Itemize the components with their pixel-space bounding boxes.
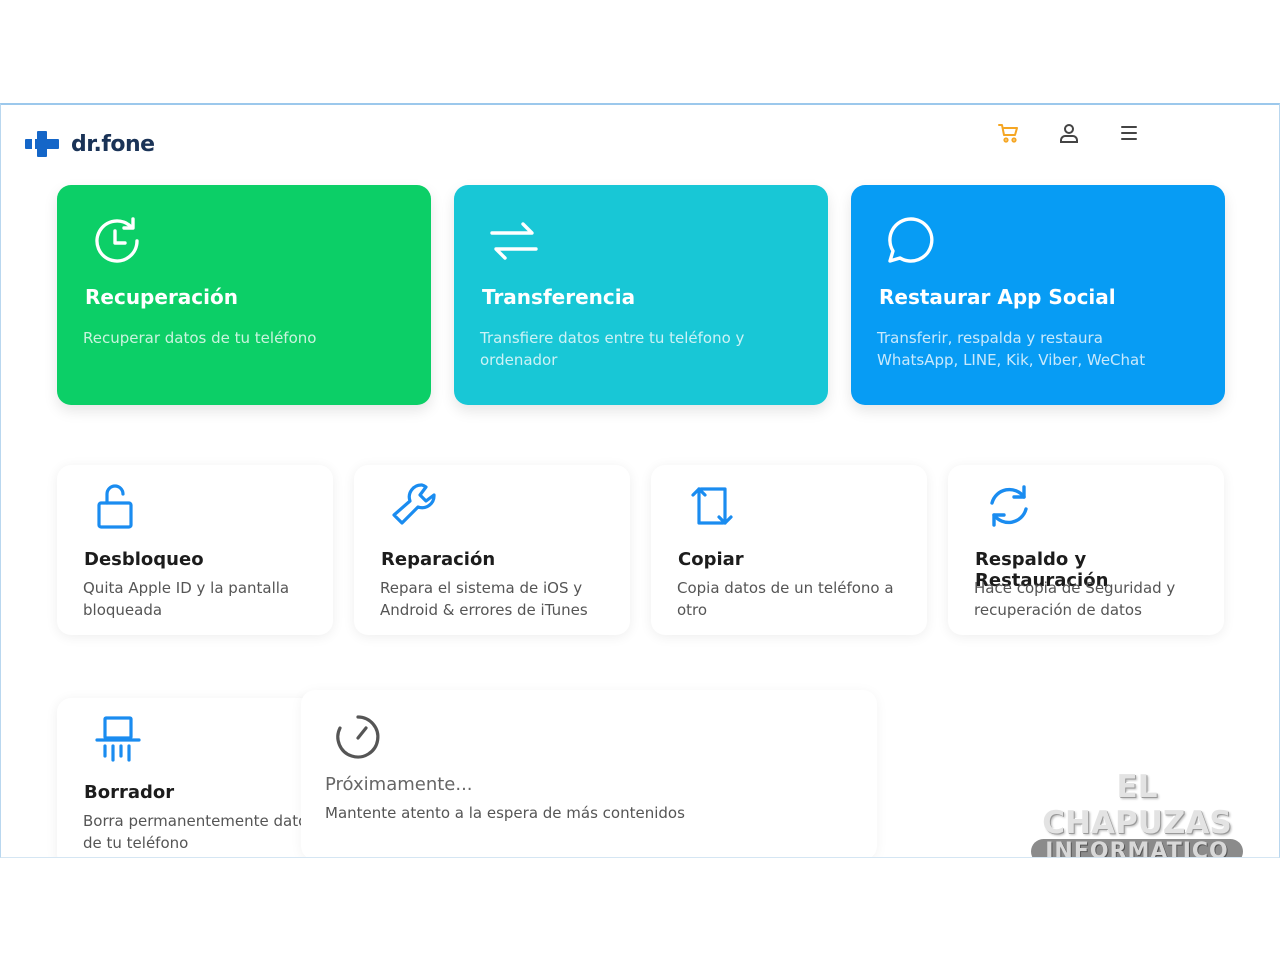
card-description: Borra permanentemente datos de tu teléfo… <box>83 812 316 852</box>
drfone-logo-icon <box>25 129 61 159</box>
watermark-line2: INFORMATICO <box>1031 839 1243 857</box>
tool-card-borrador[interactable]: Borrador Borra permanentemente datos de … <box>57 698 333 857</box>
card-title: Reparación <box>381 549 496 570</box>
tool-card-desbloqueo[interactable]: Desbloqueo Quita Apple ID y la pantalla … <box>57 465 333 635</box>
chat-bubble-icon <box>883 213 939 273</box>
menu-icon[interactable] <box>1117 121 1141 145</box>
card-title: Transferencia <box>482 285 636 309</box>
cart-icon[interactable] <box>997 121 1021 145</box>
card-description: Repara el sistema de iOS y Android & err… <box>380 579 588 619</box>
phone-rotate-icon <box>687 481 737 535</box>
app-window: dr.fone Recuperación Recuperar datos de … <box>0 103 1280 858</box>
transfer-arrows-icon <box>486 213 542 273</box>
tool-card-copiar[interactable]: Copiar Copia datos de un teléfono a otro <box>651 465 927 635</box>
watermark: EL CHAPUZAS INFORMATICO <box>1017 769 1257 857</box>
feature-card-restaurar-app-social[interactable]: Restaurar App Social Transferir, respald… <box>851 185 1225 405</box>
timer-icon <box>333 712 383 766</box>
feature-card-transferencia[interactable]: Transferencia Transfiere datos entre tu … <box>454 185 828 405</box>
logo: dr.fone <box>25 129 155 159</box>
card-title: Restaurar App Social <box>879 285 1116 309</box>
card-description: Transferir, respalda y restaura WhatsApp… <box>877 329 1146 369</box>
card-title: Copiar <box>678 549 744 570</box>
coming-soon-title: Próximamente... <box>325 774 473 795</box>
sync-icon <box>984 481 1034 535</box>
card-description: Quita Apple ID y la pantalla bloqueada <box>83 579 290 619</box>
card-description: Transfiere datos entre tu teléfono y ord… <box>480 329 745 369</box>
clock-refresh-icon <box>89 213 145 273</box>
unlock-icon <box>93 481 143 535</box>
tool-card-reparacion[interactable]: Reparación Repara el sistema de iOS y An… <box>354 465 630 635</box>
card-description: Copia datos de un teléfono a otro <box>677 579 894 619</box>
feature-card-recuperacion[interactable]: Recuperación Recuperar datos de tu teléf… <box>57 185 431 405</box>
coming-soon-card: Próximamente... Mantente atento a la esp… <box>301 690 877 857</box>
card-description: Recuperar datos de tu teléfono <box>83 329 317 347</box>
card-title: Recuperación <box>85 285 238 309</box>
coming-soon-description: Mantente atento a la espera de más conte… <box>325 804 685 822</box>
watermark-line1: EL CHAPUZAS <box>1042 769 1232 841</box>
tool-card-respaldo[interactable]: Respaldo y Restauración Hace copia de Se… <box>948 465 1224 635</box>
wrench-icon <box>390 481 440 535</box>
shredder-icon <box>93 714 143 768</box>
card-title: Borrador <box>84 782 175 803</box>
logo-text: dr.fone <box>71 131 155 157</box>
header-actions <box>997 121 1141 145</box>
card-description: Hace copia de Seguridad y recuperación d… <box>974 579 1176 619</box>
user-icon[interactable] <box>1057 121 1081 145</box>
card-title: Desbloqueo <box>84 549 204 570</box>
